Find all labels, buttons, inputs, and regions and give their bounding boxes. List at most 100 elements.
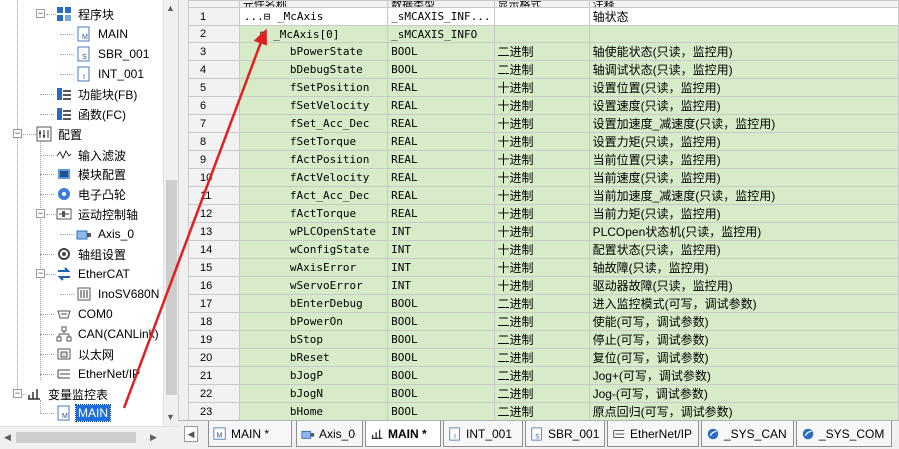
table-row[interactable]: 19 bStop BOOL 二进制 停止(可写，调试参数) (188, 330, 899, 349)
scrollbar-thumb[interactable] (166, 180, 177, 395)
data-type-cell[interactable]: INT (387, 276, 495, 295)
comment-cell[interactable]: 原点回归(可写，调试参数) (588, 402, 899, 420)
display-format-cell[interactable]: 十进制 (493, 168, 590, 187)
table-row[interactable]: 6 fSetVelocity REAL 十进制 设置速度(只读，监控用) (188, 96, 899, 115)
scroll-up-icon[interactable]: ▲ (166, 3, 175, 13)
tree-item[interactable]: M MAIN (56, 404, 111, 422)
table-row[interactable]: 23 bHome BOOL 二进制 原点回归(可写，调试参数) (188, 402, 899, 420)
display-format-cell[interactable]: 二进制 (493, 384, 590, 403)
element-name-cell[interactable]: fActVelocity (238, 168, 389, 187)
table-row[interactable]: 16 wServoError INT 十进制 驱动器故障(只读，监控用) (188, 276, 899, 295)
column-header[interactable] (188, 0, 240, 8)
comment-cell[interactable]: Jog+(可写，调试参数) (588, 366, 899, 385)
editor-tab[interactable]: EtherNet/IP (607, 421, 699, 447)
display-format-cell[interactable]: 十进制 (493, 240, 590, 259)
column-header[interactable]: 元件名称 (238, 0, 389, 8)
table-row[interactable]: 4 bDebugState BOOL 二进制 轴调试状态(只读，监控用) (188, 60, 899, 79)
tree-item[interactable]: M MAIN (76, 25, 130, 43)
editor-tab[interactable]: Axis_0 (296, 421, 363, 447)
tree-item[interactable]: S SBR_001 (76, 45, 151, 63)
display-format-cell[interactable]: 十进制 (493, 276, 590, 295)
comment-cell[interactable]: 配置状态(只读，监控用) (588, 240, 899, 259)
comment-cell[interactable]: 当前力矩(只读，监控用) (588, 204, 899, 223)
data-type-cell[interactable]: REAL (387, 150, 495, 169)
comment-cell[interactable]: 驱动器故障(只读，监控用) (588, 276, 899, 295)
table-row[interactable]: 14 wConfigState INT 十进制 配置状态(只读，监控用) (188, 240, 899, 259)
editor-tab[interactable]: _SYS_CAN (701, 421, 794, 447)
tree-item[interactable]: I INT_001 (76, 65, 146, 83)
display-format-cell[interactable]: 十进制 (493, 150, 590, 169)
element-name-cell[interactable]: bEnterDebug (238, 294, 389, 313)
display-format-cell[interactable]: 十进制 (493, 258, 590, 277)
element-name-cell[interactable]: wPLCOpenState (238, 222, 389, 241)
comment-cell[interactable]: 设置力矩(只读，监控用) (588, 132, 899, 151)
editor-tab[interactable]: M MAIN * (208, 421, 292, 447)
collapse-toggle-icon[interactable]: − (13, 129, 22, 138)
comment-cell[interactable]: 复位(可写，调试参数) (588, 348, 899, 367)
scrollbar-thumb[interactable] (16, 432, 136, 443)
display-format-cell[interactable]: 十进制 (493, 114, 590, 133)
display-format-cell[interactable]: 十进制 (493, 186, 590, 205)
display-format-cell[interactable]: 二进制 (493, 402, 590, 420)
display-format-cell[interactable]: 十进制 (493, 132, 590, 151)
tab-scroll-left-icon[interactable]: ◀ (184, 426, 198, 442)
element-name-cell[interactable]: ⊟ _McAxis[0] (238, 25, 389, 43)
table-row[interactable]: 5 fSetPosition REAL 十进制 设置位置(只读，监控用) (188, 78, 899, 97)
tree-item[interactable]: 配置 (36, 125, 84, 143)
column-header[interactable]: 数据类型 (387, 0, 495, 8)
table-row[interactable]: 20 bReset BOOL 二进制 复位(可写，调试参数) (188, 348, 899, 367)
element-name-cell[interactable]: fActPosition (238, 150, 389, 169)
table-row[interactable]: 13 wPLCOpenState INT 十进制 PLCOpen状态机(只读，监控用) (188, 222, 899, 241)
comment-cell[interactable] (588, 25, 899, 43)
element-name-cell[interactable]: fSetVelocity (238, 96, 389, 115)
data-type-cell[interactable]: REAL (387, 132, 495, 151)
table-row[interactable]: 22 bJogN BOOL 二进制 Jog-(可写，调试参数) (188, 384, 899, 403)
tree-item[interactable]: EtherCAT (56, 265, 132, 283)
scroll-down-icon[interactable]: ▼ (166, 412, 175, 422)
element-name-cell[interactable]: fAct_Acc_Dec (238, 186, 389, 205)
scroll-right-icon[interactable]: ▶ (150, 432, 157, 443)
element-name-cell[interactable]: bDebugState (238, 60, 389, 79)
display-format-cell[interactable]: 二进制 (493, 312, 590, 331)
tree-item[interactable]: 电子凸轮 (56, 185, 128, 203)
display-format-cell[interactable]: 二进制 (493, 366, 590, 385)
collapse-toggle-icon[interactable]: − (13, 389, 22, 398)
tree-item[interactable]: 轴组设置 (56, 245, 128, 263)
table-row[interactable]: 11 fAct_Acc_Dec REAL 十进制 当前加速度_减速度(只读，监控用) (188, 186, 899, 205)
data-type-cell[interactable]: BOOL (387, 402, 495, 420)
tree-vertical-scrollbar[interactable]: ▲ ▼ (163, 0, 178, 426)
display-format-cell[interactable]: 十进制 (493, 222, 590, 241)
tree-item[interactable]: 模块配置 (56, 165, 128, 183)
element-name-cell[interactable]: bPowerState (238, 42, 389, 61)
comment-cell[interactable]: 当前加速度_减速度(只读，监控用) (588, 186, 899, 205)
table-row[interactable]: 12 fActTorque REAL 十进制 当前力矩(只读，监控用) (188, 204, 899, 223)
comment-cell[interactable]: 轴状态 (588, 7, 899, 26)
editor-tab[interactable]: _SYS_COM (796, 421, 892, 447)
table-row[interactable]: 21 bJogP BOOL 二进制 Jog+(可写，调试参数) (188, 366, 899, 385)
data-type-cell[interactable]: BOOL (387, 312, 495, 331)
element-name-cell[interactable]: fActTorque (238, 204, 389, 223)
data-type-cell[interactable]: BOOL (387, 348, 495, 367)
element-name-cell[interactable]: bJogP (238, 366, 389, 385)
collapse-toggle-icon[interactable]: − (36, 209, 45, 218)
column-header[interactable]: 注释 (588, 0, 899, 8)
tree-item[interactable]: 功能块(FB) (56, 85, 139, 103)
display-format-cell[interactable]: 十进制 (493, 96, 590, 115)
data-type-cell[interactable]: REAL (387, 96, 495, 115)
table-row[interactable]: 7 fSet_Acc_Dec REAL 十进制 设置加速度_减速度(只读，监控用) (188, 114, 899, 133)
element-name-cell[interactable]: bStop (238, 330, 389, 349)
data-type-cell[interactable]: _sMCAXIS_INF... (387, 7, 495, 26)
data-type-cell[interactable]: INT (387, 258, 495, 277)
element-name-cell[interactable]: wAxisError (238, 258, 389, 277)
display-format-cell[interactable]: 二进制 (493, 294, 590, 313)
table-row[interactable]: 18 bPowerOn BOOL 二进制 使能(可写，调试参数) (188, 312, 899, 331)
tree-item[interactable]: 运动控制轴 (56, 205, 140, 223)
tree-item[interactable]: COM0 (56, 305, 115, 323)
data-type-cell[interactable]: REAL (387, 114, 495, 133)
element-name-cell[interactable]: bHome (238, 402, 389, 420)
element-name-cell[interactable]: fSetPosition (238, 78, 389, 97)
project-tree[interactable]: 程序块 − M MAIN S SBR_001 I INT_001 功能块(FB) 函数(FC) 配置… (0, 0, 165, 426)
display-format-cell[interactable]: 十进制 (493, 204, 590, 223)
element-name-cell[interactable]: fSet_Acc_Dec (238, 114, 389, 133)
element-name-cell[interactable]: bReset (238, 348, 389, 367)
